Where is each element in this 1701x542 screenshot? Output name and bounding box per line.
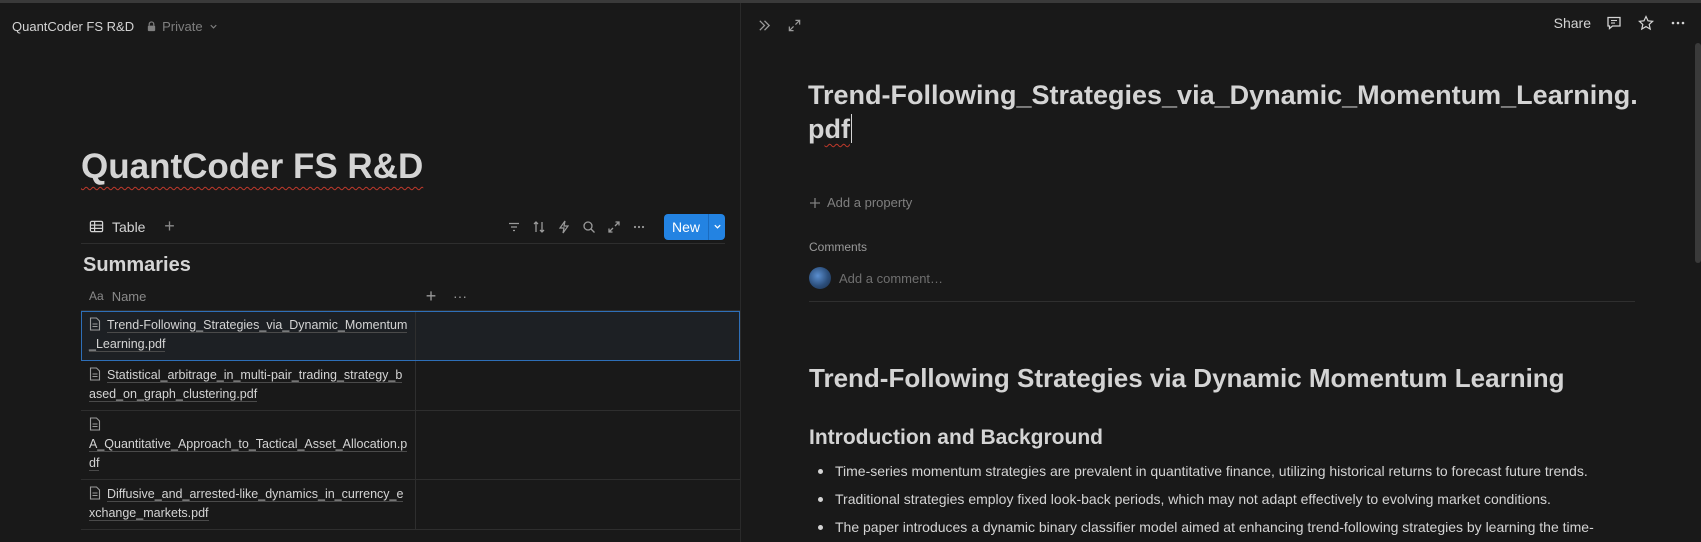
more-options-button[interactable] — [1669, 14, 1687, 32]
empty-cell[interactable] — [416, 411, 740, 479]
chevron-down-icon — [209, 24, 217, 29]
name-cell[interactable]: A_Quantitative_Approach_to_Tactical_Asse… — [81, 411, 416, 479]
chevron-down-icon — [713, 224, 721, 229]
favorite-button[interactable] — [1637, 14, 1655, 32]
table-row[interactable]: Trend-Following_Strategies_via_Dynamic_M… — [81, 311, 740, 361]
text-property-icon: Aa — [89, 289, 104, 303]
filter-button[interactable] — [504, 216, 525, 237]
avatar — [809, 267, 831, 289]
comments-label: Comments — [809, 240, 868, 254]
expand-button[interactable] — [604, 216, 625, 237]
lock-icon — [147, 20, 156, 31]
row-title[interactable]: Diffusive_and_arrested-like_dynamics_in_… — [89, 487, 404, 521]
table-row[interactable]: Diffusive_and_arrested-like_dynamics_in_… — [81, 480, 740, 530]
peek-actions: Share — [1554, 14, 1687, 32]
comments-button[interactable] — [1605, 14, 1623, 32]
bullet-list: Time-series momentum strategies are prev… — [809, 461, 1639, 542]
name-cell[interactable]: Diffusive_and_arrested-like_dynamics_in_… — [81, 480, 416, 529]
content-heading-2[interactable]: Introduction and Background — [809, 426, 1103, 450]
document-title[interactable]: Trend-Following_Strategies_via_Dynamic_M… — [808, 78, 1638, 146]
list-item[interactable]: Traditional strategies employ fixed look… — [809, 489, 1639, 509]
search-icon — [583, 220, 596, 233]
privacy-label: Private — [162, 18, 203, 34]
more-options-button[interactable] — [629, 216, 650, 237]
divider — [809, 301, 1635, 302]
page-icon — [89, 367, 101, 381]
page-title[interactable]: QuantCoder FS R&D — [81, 147, 423, 187]
close-peek-button[interactable] — [754, 15, 774, 35]
open-full-page-button[interactable] — [784, 15, 804, 35]
star-icon — [1638, 15, 1654, 31]
comment-icon — [1607, 16, 1621, 30]
text-cursor — [850, 114, 853, 143]
peek-controls — [754, 15, 804, 35]
privacy-selector[interactable]: Private — [146, 19, 218, 34]
expand-diagonal-icon — [788, 19, 800, 31]
database-view-bar: Table + New — [81, 210, 725, 244]
add-property-column-button[interactable]: + — [416, 286, 446, 307]
double-chevron-right-icon — [758, 19, 770, 31]
scrollbar[interactable] — [1695, 43, 1701, 263]
name-column-header[interactable]: Aa Name — [81, 289, 416, 304]
table-row[interactable]: A_Quantitative_Approach_to_Tactical_Asse… — [81, 411, 740, 480]
share-button[interactable]: Share — [1554, 15, 1591, 31]
row-title[interactable]: Trend-Following_Strategies_via_Dynamic_M… — [89, 318, 408, 352]
tab-table-view[interactable]: Table — [81, 214, 151, 240]
page-icon — [89, 486, 101, 500]
more-horizontal-icon — [634, 225, 645, 228]
empty-cell[interactable] — [416, 311, 740, 360]
empty-cell[interactable] — [416, 480, 740, 529]
page-icon — [89, 317, 101, 331]
name-cell[interactable]: Trend-Following_Strategies_via_Dynamic_M… — [81, 311, 416, 360]
plus-icon — [810, 197, 820, 208]
side-peek-pane: Share Trend-Following_Strategies_via_Dyn… — [741, 3, 1701, 542]
search-button[interactable] — [579, 216, 600, 237]
comment-composer: Add a comment… — [809, 267, 943, 289]
page-icon — [89, 417, 101, 431]
table-body: Trend-Following_Strategies_via_Dynamic_M… — [81, 311, 740, 530]
table-row[interactable]: Statistical_arbitrage_in_multi-pair_trad… — [81, 361, 740, 411]
add-property-button[interactable]: Add a property — [809, 195, 912, 210]
document-title-main: Trend-Following_Strategies_via_Dynamic_M… — [808, 80, 1638, 144]
left-topbar: QuantCoder FS R&D Private — [12, 16, 219, 36]
content-heading-1[interactable]: Trend-Following Strategies via Dynamic M… — [809, 363, 1565, 394]
tab-table-label: Table — [112, 218, 146, 235]
name-column-label: Name — [111, 288, 147, 304]
add-property-label: Add a property — [827, 195, 913, 210]
lightning-icon — [559, 220, 570, 233]
add-view-button[interactable]: + — [159, 216, 179, 237]
filter-icon — [509, 222, 520, 231]
group-title[interactable]: Summaries — [83, 254, 191, 277]
row-title[interactable]: Statistical_arbitrage_in_multi-pair_trad… — [89, 368, 403, 402]
table-header: Aa Name + ··· — [81, 282, 740, 311]
document-title-tail: df — [824, 114, 850, 144]
column-more-button[interactable]: ··· — [446, 288, 474, 304]
more-horizontal-icon — [1671, 21, 1685, 25]
sort-button[interactable] — [529, 216, 550, 237]
new-button-group: New — [663, 213, 725, 240]
sort-icon — [534, 220, 545, 233]
automation-button[interactable] — [554, 216, 575, 237]
breadcrumb[interactable]: QuantCoder FS R&D — [12, 19, 134, 34]
new-dropdown-button[interactable] — [708, 213, 725, 240]
new-button[interactable]: New — [663, 213, 708, 240]
list-item[interactable]: The paper introduces a dynamic binary cl… — [809, 517, 1639, 537]
expand-icon — [608, 220, 621, 233]
table-icon — [89, 220, 104, 233]
view-toolbar: New — [504, 210, 725, 243]
empty-cell[interactable] — [416, 361, 740, 410]
comment-input[interactable]: Add a comment… — [839, 271, 943, 286]
name-cell[interactable]: Statistical_arbitrage_in_multi-pair_trad… — [81, 361, 416, 410]
list-item[interactable]: Time-series momentum strategies are prev… — [809, 461, 1639, 481]
database-pane: QuantCoder FS R&D Private QuantCoder FS … — [0, 3, 740, 542]
row-title[interactable]: A_Quantitative_Approach_to_Tactical_Asse… — [89, 437, 408, 471]
